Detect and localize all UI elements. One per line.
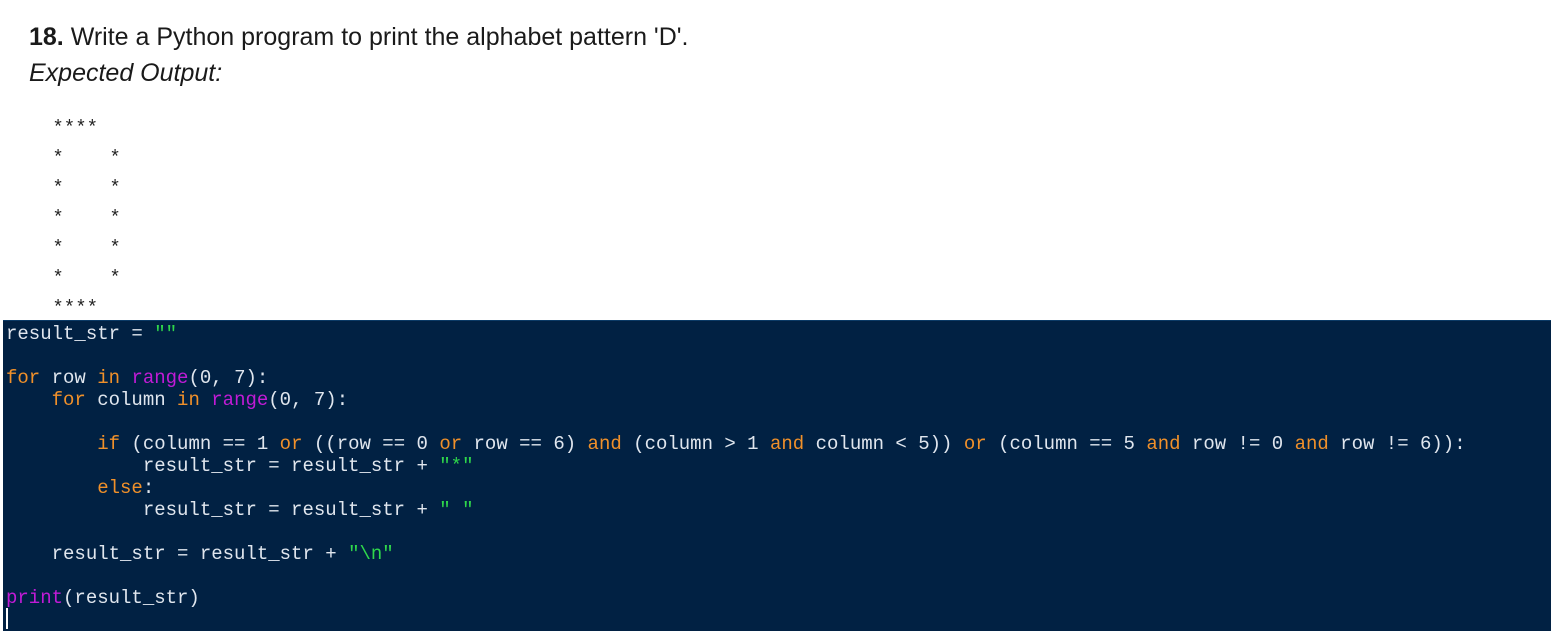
code-text: row bbox=[40, 367, 98, 389]
code-line: else: bbox=[6, 477, 1466, 499]
code-keyword: for bbox=[6, 367, 41, 389]
text-cursor bbox=[6, 608, 8, 629]
code-text: result_str = result_str + bbox=[6, 499, 440, 521]
code-line: result_str = result_str + "\n" bbox=[6, 543, 1466, 565]
code-string: " " bbox=[439, 499, 474, 521]
code-keyword: if bbox=[97, 433, 121, 455]
question-number: 18. bbox=[29, 23, 64, 51]
code-keyword: and bbox=[1146, 433, 1181, 455]
code-text: (result_str) bbox=[63, 587, 200, 609]
code-line: result_str = result_str + "*" bbox=[6, 455, 1466, 477]
code-line: result_str = "" bbox=[6, 323, 1466, 345]
code-builtin: range bbox=[211, 389, 269, 411]
code-text: : bbox=[142, 477, 155, 499]
code-text: (0, 7): bbox=[268, 389, 349, 411]
code-text: (column == 5 bbox=[986, 433, 1147, 455]
code-builtin: print bbox=[6, 587, 64, 609]
code-text: ((row == 0 bbox=[302, 433, 440, 455]
code-keyword: in bbox=[177, 389, 200, 411]
code-keyword: and bbox=[1294, 433, 1329, 455]
code-text: (0, 7): bbox=[188, 367, 269, 389]
code-keyword: or bbox=[963, 433, 987, 455]
code-line: print(result_str) bbox=[6, 587, 1466, 609]
question-text: Write a Python program to print the alph… bbox=[63, 23, 689, 51]
code-text: result_str = result_str + bbox=[6, 543, 349, 565]
code-string: "*" bbox=[439, 455, 474, 477]
code-keyword: or bbox=[279, 433, 303, 455]
expected-output-pattern: **** * * * * * * * * * * **** bbox=[52, 117, 121, 319]
expected-output-label: Expected Output: bbox=[29, 59, 223, 87]
code-line: result_str = result_str + " " bbox=[6, 499, 1466, 521]
code-text: column bbox=[85, 389, 178, 411]
code-text: (column > 1 bbox=[621, 433, 770, 455]
code-editor[interactable]: result_str = "" for row in range(0, 7): … bbox=[3, 320, 1551, 631]
code-text: row == 6) bbox=[462, 433, 588, 455]
code-line: if (column == 1 or ((row == 0 or row == … bbox=[6, 433, 1466, 455]
code-keyword: and bbox=[587, 433, 622, 455]
code-block[interactable]: result_str = "" for row in range(0, 7): … bbox=[6, 323, 1466, 609]
code-keyword: for bbox=[51, 389, 86, 411]
question-heading: 18. Write a Python program to print the … bbox=[29, 20, 688, 54]
code-string: "\n" bbox=[348, 543, 394, 565]
code-string: "" bbox=[154, 323, 178, 345]
page: 18. Write a Python program to print the … bbox=[0, 0, 1553, 631]
code-builtin: range bbox=[131, 367, 189, 389]
code-text: (column == 1 bbox=[120, 433, 280, 455]
code-text: column < 5)) bbox=[804, 433, 964, 455]
code-text: result_str = result_str + bbox=[6, 455, 440, 477]
code-line: for column in range(0, 7): bbox=[6, 389, 1466, 411]
code-text: result_str = bbox=[6, 323, 155, 345]
code-text: row != 0 bbox=[1180, 433, 1295, 455]
code-line: for row in range(0, 7): bbox=[6, 367, 1466, 389]
code-keyword: in bbox=[97, 367, 121, 389]
code-text: row != 6)): bbox=[1328, 433, 1466, 455]
code-keyword: else bbox=[97, 477, 143, 499]
code-keyword: or bbox=[439, 433, 463, 455]
code-keyword: and bbox=[770, 433, 805, 455]
